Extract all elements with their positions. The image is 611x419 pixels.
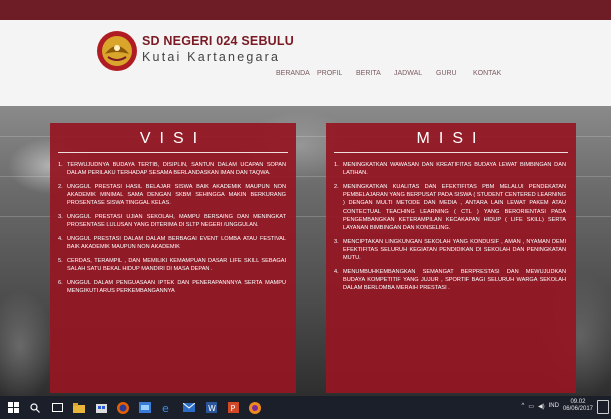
- nav-beranda[interactable]: BERANDA: [276, 70, 317, 77]
- list-item: 2. MENINGKATKAN KUALITAS DAN EFEKTIFITAS …: [334, 183, 566, 231]
- mail-icon[interactable]: [180, 399, 198, 417]
- svg-text:W: W: [208, 404, 216, 413]
- network-icon[interactable]: ▭: [528, 403, 534, 410]
- language-indicator[interactable]: IND: [549, 403, 559, 409]
- main-nav: BERANDA PROFIL BERITA JADWAL GURU KONTAK: [276, 70, 501, 77]
- taskbar-clock[interactable]: 09.02 06/06/2017: [563, 399, 593, 413]
- list-item: 1. MENINGKATKAN WAWASAN DAN KREATIFITAS B…: [334, 162, 566, 177]
- visi-list: 1. TERWUJUDNYA BUDAYA TERTIB, DISIPLIN, S…: [50, 153, 296, 295]
- browser-top-strip: [0, 0, 611, 20]
- edge-icon[interactable]: e: [158, 399, 176, 417]
- nav-jadwal[interactable]: JADWAL: [394, 70, 436, 77]
- site-header: SD NEGERI 024 SEBULU Kutai Kartanegara B…: [0, 20, 611, 106]
- volume-icon[interactable]: ◀): [538, 403, 545, 410]
- visi-panel: VISI 1. TERWUJUDNYA BUDAYA TERTIB, DISIPL…: [50, 123, 296, 393]
- task-view-icon[interactable]: [48, 399, 66, 417]
- nav-berita[interactable]: BERITA: [356, 70, 394, 77]
- list-item: 2. UNGGUL PRESTASI HASIL BELAJAR SISWA BA…: [58, 183, 286, 207]
- nav-profil[interactable]: PROFIL: [317, 70, 356, 77]
- list-item: 1. TERWUJUDNYA BUDAYA TERTIB, DISIPLIN, S…: [58, 162, 286, 177]
- list-item: 6. UNGGUL DALAM PENGUASAAN IPTEK DAN PENE…: [58, 279, 286, 294]
- misi-title: MISI: [416, 130, 486, 147]
- school-region: Kutai Kartanegara: [142, 50, 281, 64]
- list-item: 4. MENUMBUHKEMBANGKAN SEMANGAT BERPRESTAS…: [334, 268, 566, 292]
- misi-list: 1. MENINGKATKAN WAWASAN DAN KREATIFITAS B…: [326, 153, 576, 292]
- clock-time: 09.02: [570, 399, 586, 405]
- search-icon[interactable]: [26, 399, 44, 417]
- misi-panel: MISI 1. MENINGKATKAN WAWASAN DAN KREATIFI…: [326, 123, 576, 393]
- nav-kontak[interactable]: KONTAK: [473, 70, 501, 77]
- store-icon[interactable]: [92, 399, 110, 417]
- visi-title: VISI: [139, 130, 207, 147]
- list-item: 5. CERDAS, TERAMPIL , DAN MEMILIKI KEMAMP…: [58, 257, 286, 273]
- school-name[interactable]: SD NEGERI 024 SEBULU: [142, 34, 294, 48]
- list-item: 3. UNGGUL PRESTASI UJIAN SEKOLAH, MAMPU B…: [58, 214, 286, 229]
- file-explorer-icon[interactable]: [70, 399, 88, 417]
- firefox-icon[interactable]: [114, 399, 132, 417]
- list-item: 3. MENCIPTAKAN LINGKUNGAN SEKOLAH YANG KO…: [334, 238, 566, 262]
- notification-icon[interactable]: [597, 400, 609, 414]
- firefox-alt-icon[interactable]: [246, 399, 264, 417]
- nav-guru[interactable]: GURU: [436, 70, 473, 77]
- system-tray: ^ ▭ ◀) IND 09.02 06/06/2017: [522, 399, 594, 413]
- powerpoint-icon[interactable]: P: [224, 399, 242, 417]
- svg-text:P: P: [230, 404, 235, 413]
- chevron-up-icon[interactable]: ^: [522, 403, 525, 409]
- windows-start-icon[interactable]: [4, 399, 22, 417]
- windows-taskbar: e W P ^ ▭ ◀) IND 09.02 06/06/2017: [0, 396, 611, 419]
- photos-app-icon[interactable]: [136, 399, 154, 417]
- word-icon[interactable]: W: [202, 399, 220, 417]
- school-logo-icon: [97, 31, 137, 71]
- clock-date: 06/06/2017: [562, 406, 593, 412]
- list-item: 4. UNGGUL PRESTASI DALAM DALAM BERBAGAI E…: [58, 235, 286, 251]
- svg-text:e: e: [162, 402, 169, 414]
